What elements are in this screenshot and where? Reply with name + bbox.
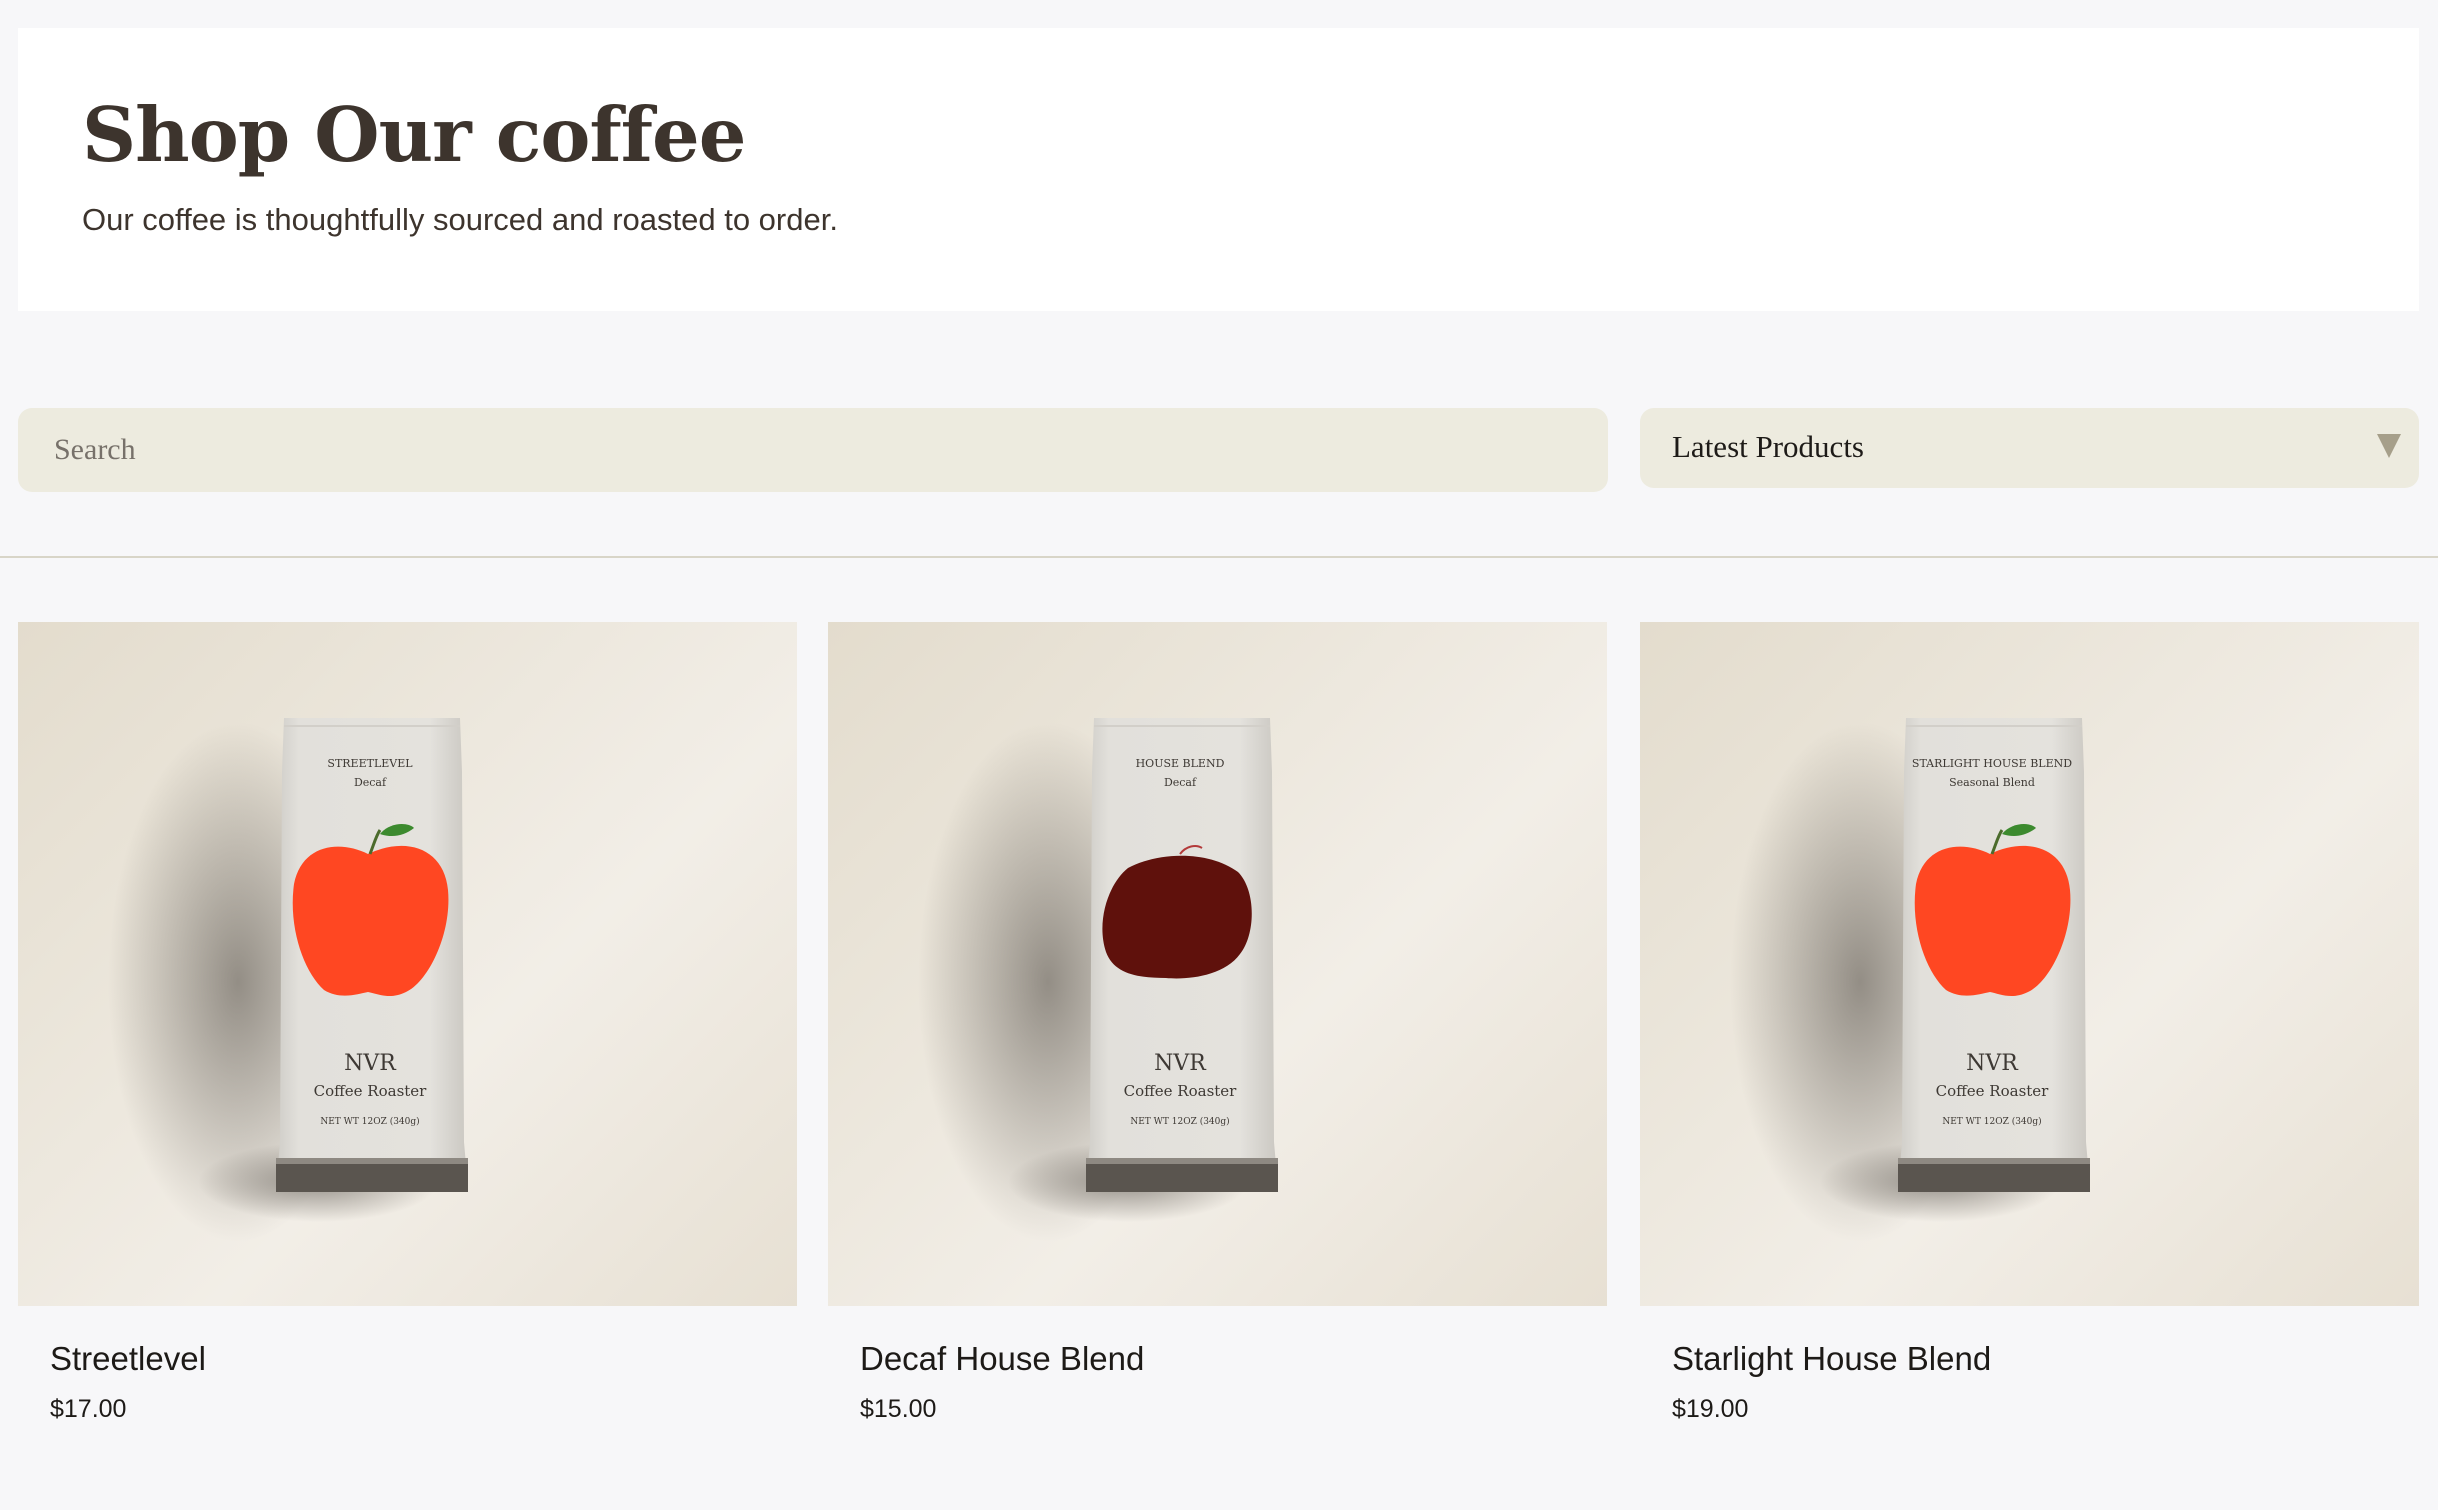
- bag-net-weight: NET WT 12OZ (340g): [1130, 1116, 1229, 1127]
- product-price: $19.00: [1672, 1395, 1749, 1423]
- product-image[interactable]: STREETLEVEL Decaf NVR Coffee Roaster NET WT …: [18, 622, 797, 1306]
- bag-label-line2: Decaf: [1164, 776, 1197, 789]
- product-image[interactable]: HOUSE BLEND Decaf NVR Coffee Roaster NET WT …: [828, 622, 1607, 1306]
- coffee-bag-illustration: STREETLEVEL Decaf NVR Coffee Roaster NET WT …: [108, 718, 468, 1242]
- coffee-bag: STREETLEVEL Decaf NVR Coffee Roaster NET WT …: [276, 718, 468, 1192]
- product-card[interactable]: STARLIGHT HOUSE BLEND Seasonal Blend NVR Co…: [1640, 622, 2419, 1442]
- section-divider: [0, 556, 2438, 558]
- page-title: Shop Our coffee: [82, 91, 746, 179]
- product-name[interactable]: Decaf House Blend: [860, 1342, 1144, 1375]
- sort-selected-value: Latest Products: [1672, 429, 1864, 464]
- product-image[interactable]: STARLIGHT HOUSE BLEND Seasonal Blend NVR Co…: [1640, 622, 2419, 1306]
- bag-tagline: Coffee Roaster: [314, 1082, 428, 1100]
- bag-label-line1: STARLIGHT HOUSE BLEND: [1912, 757, 2072, 770]
- product-price: $15.00: [860, 1395, 937, 1423]
- bag-tagline: Coffee Roaster: [1936, 1082, 2050, 1100]
- page-header: Shop Our coffee Our coffee is thoughtful…: [18, 28, 2419, 311]
- coffee-bag-illustration: STARLIGHT HOUSE BLEND Seasonal Blend NVR Co…: [1730, 718, 2090, 1242]
- sort-dropdown[interactable]: Latest Products: [1640, 408, 2419, 488]
- triangle-down-icon[interactable]: [2377, 434, 2401, 458]
- bag-brand-logo: NVR: [1966, 1051, 2019, 1076]
- bag-brand-logo: NVR: [344, 1051, 397, 1076]
- bag-net-weight: NET WT 12OZ (340g): [320, 1116, 419, 1127]
- coffee-bag: STARLIGHT HOUSE BLEND Seasonal Blend NVR Co…: [1898, 718, 2090, 1192]
- product-card[interactable]: STREETLEVEL Decaf NVR Coffee Roaster NET WT …: [18, 622, 797, 1442]
- product-name[interactable]: Streetlevel: [50, 1342, 206, 1375]
- product-price: $17.00: [50, 1395, 127, 1423]
- product-card[interactable]: HOUSE BLEND Decaf NVR Coffee Roaster NET WT …: [828, 622, 1607, 1442]
- bag-label-line1: STREETLEVEL: [327, 757, 413, 770]
- bag-net-weight: NET WT 12OZ (340g): [1942, 1116, 2041, 1127]
- bag-label-line1: HOUSE BLEND: [1136, 757, 1225, 770]
- product-name[interactable]: Starlight House Blend: [1672, 1342, 1991, 1375]
- coffee-bag-illustration: HOUSE BLEND Decaf NVR Coffee Roaster NET WT …: [918, 718, 1278, 1242]
- page-subtitle: Our coffee is thoughtfully sourced and r…: [82, 202, 838, 237]
- bag-brand-logo: NVR: [1154, 1051, 1207, 1076]
- coffee-bag: HOUSE BLEND Decaf NVR Coffee Roaster NET WT …: [1086, 718, 1278, 1192]
- bag-tagline: Coffee Roaster: [1124, 1082, 1238, 1100]
- bag-label-line2: Seasonal Blend: [1949, 776, 2035, 789]
- search-input[interactable]: [18, 408, 1608, 492]
- bag-label-line2: Decaf: [354, 776, 387, 789]
